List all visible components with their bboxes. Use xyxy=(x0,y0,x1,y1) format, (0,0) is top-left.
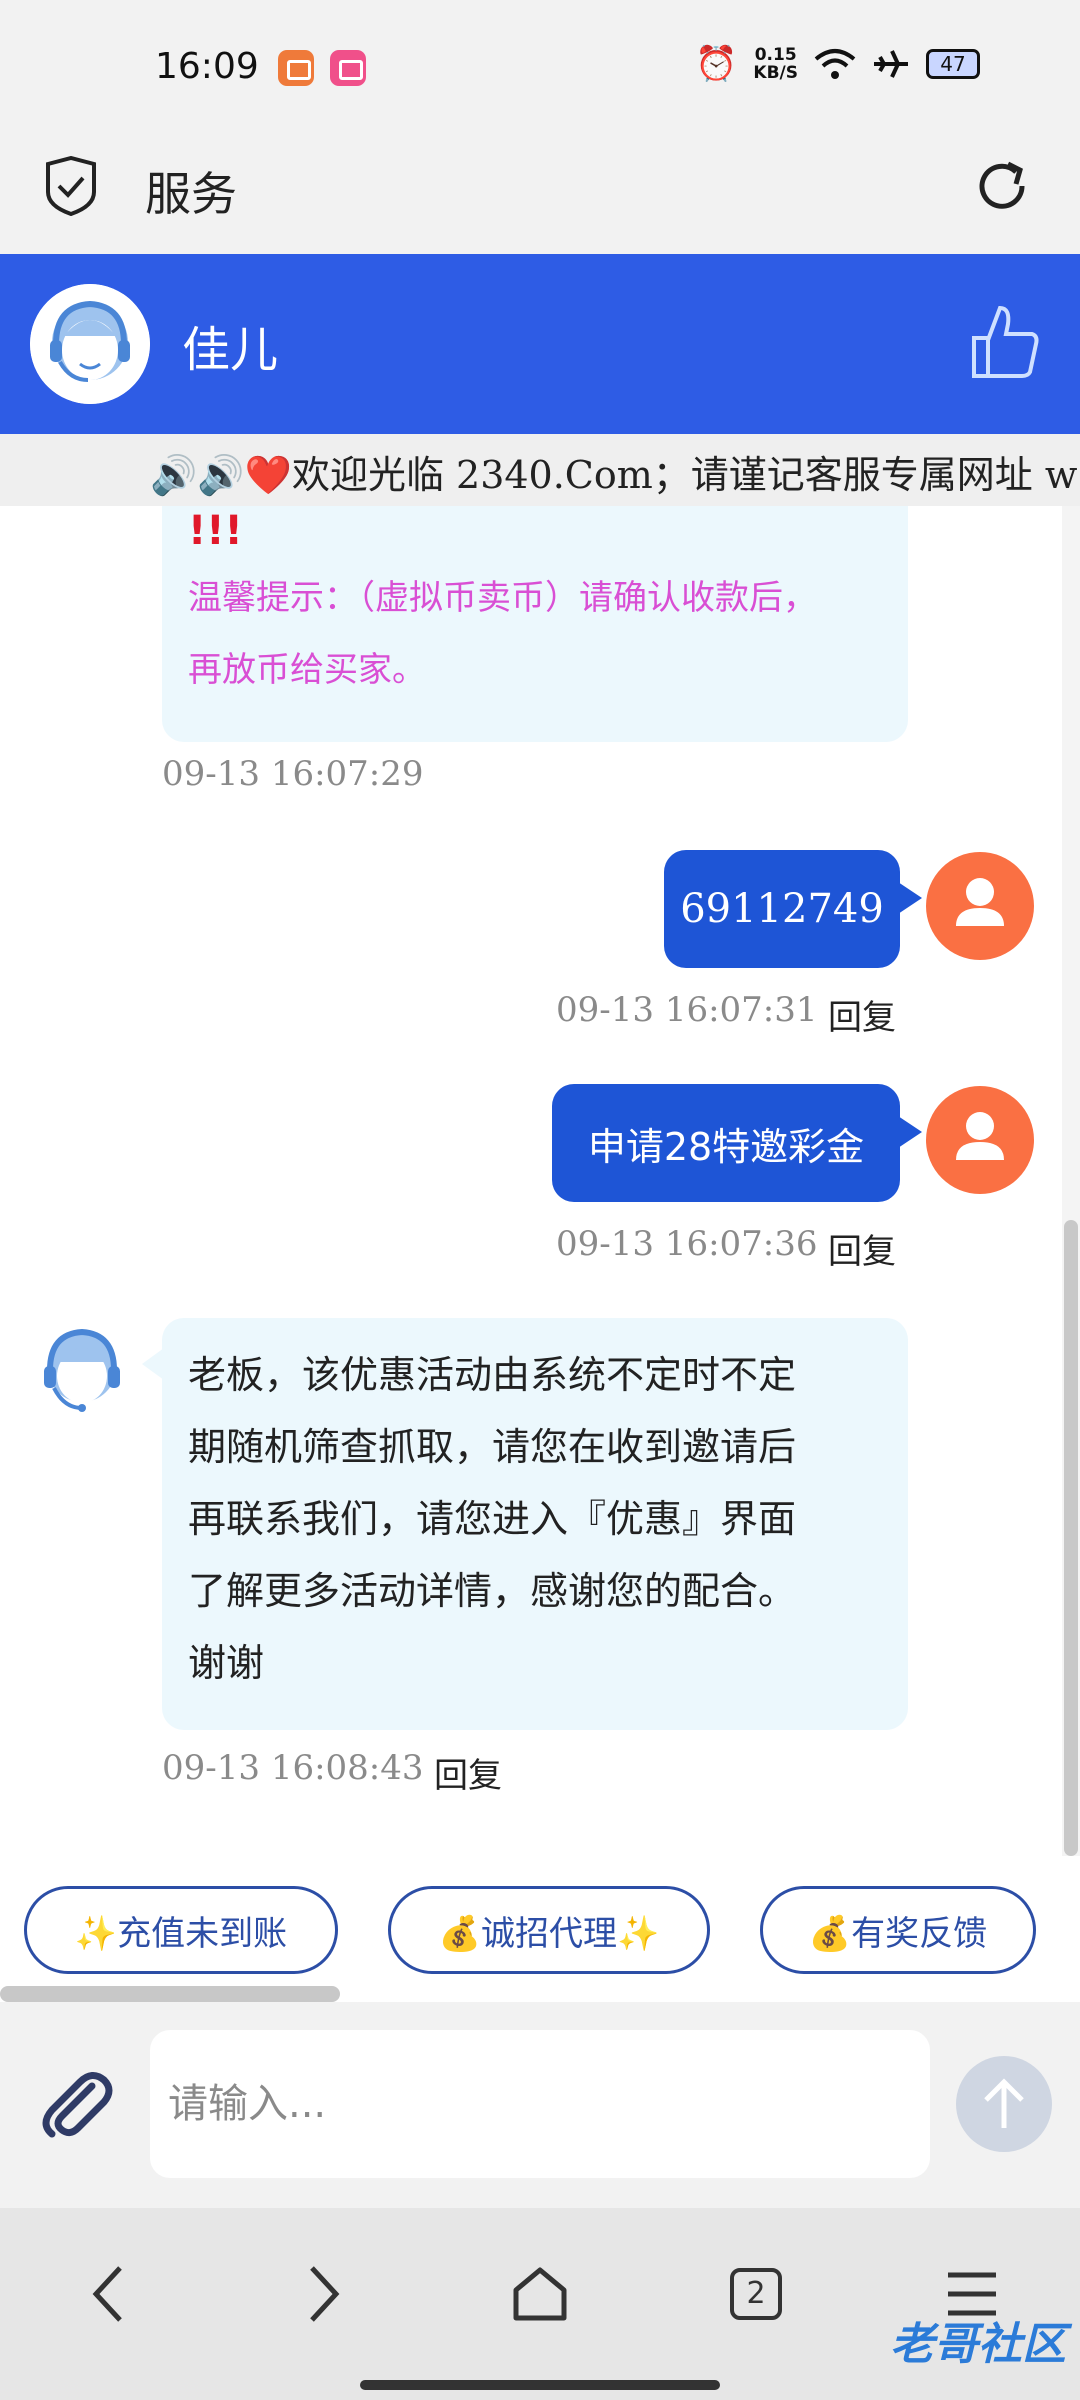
refresh-icon[interactable] xyxy=(972,156,1032,216)
agent-avatar-image xyxy=(30,284,150,404)
announcement-marquee: 🔊🔊❤️欢迎光临 2340.Com；请谨记客服专属网址 w xyxy=(0,434,1080,506)
message-text: 申请28特邀彩金 xyxy=(587,1124,865,1169)
status-right: ⏰ 0.15 KB/S 47 xyxy=(695,44,980,84)
marquee-text: 🔊🔊❤️欢迎光临 2340.Com；请谨记客服专属网址 w xyxy=(150,453,1078,497)
back-button[interactable] xyxy=(68,2254,148,2334)
user-avatar xyxy=(926,1086,1034,1194)
message-line-2: 期随机筛查抓取，请您在收到邀请后 xyxy=(188,1425,797,1469)
chevron-right-icon xyxy=(310,2266,340,2322)
chat-scrollbar-thumb[interactable] xyxy=(1064,1220,1078,1856)
thumbs-up-icon[interactable] xyxy=(970,304,1040,380)
chat-header: 佳儿 xyxy=(0,254,1080,434)
status-time: 16:09 xyxy=(155,46,259,87)
user-icon xyxy=(956,878,1004,926)
message-line-1: 老板，该优惠活动由系统不定时不定 xyxy=(188,1353,797,1397)
book-app-icon xyxy=(278,50,314,86)
home-button[interactable] xyxy=(500,2254,580,2334)
user-icon xyxy=(956,1112,1004,1160)
notice-line-2: 再放币给买家。 xyxy=(188,650,426,690)
input-area xyxy=(0,2002,1080,2208)
wifi-icon xyxy=(814,49,856,79)
airplane-icon xyxy=(874,50,908,78)
attachment-icon[interactable] xyxy=(36,2062,116,2142)
net-speed-value: 0.15 xyxy=(754,45,797,65)
chat-scrollbar[interactable] xyxy=(1062,506,1080,1856)
watermark-logo: 老哥社区 xyxy=(890,2319,1066,2370)
forward-button[interactable] xyxy=(284,2254,364,2334)
quick-reply-recharge[interactable]: ✨充值未到账 xyxy=(24,1886,338,1974)
agent-avatar xyxy=(44,1328,120,1412)
browser-bottom-nav: 2 老哥社区 xyxy=(0,2208,1080,2400)
message-timestamp: 09-13 16:07:29 xyxy=(162,754,424,794)
network-speed: 0.15 KB/S xyxy=(753,46,798,82)
video-app-icon xyxy=(330,50,366,86)
message-bubble-agent: 老板，该优惠活动由系统不定时不定 期随机筛查抓取，请您在收到邀请后 再联系我们，… xyxy=(142,1318,908,1730)
chat-messages[interactable]: !!! 温馨提示：（虚拟币卖币）请确认收款后， 再放币给买家。 09-13 16… xyxy=(0,506,1060,1856)
reply-link[interactable]: 回复 xyxy=(434,1748,502,1797)
quick-reply-feedback[interactable]: 💰有奖反馈 xyxy=(760,1886,1036,1974)
message-text: 69112749 xyxy=(680,886,884,932)
message-bubble-user: 69112749 xyxy=(664,850,922,968)
user-avatar xyxy=(926,852,1034,960)
message-bubble-user: 申请28特邀彩金 xyxy=(552,1084,922,1202)
tabs-count: 2 xyxy=(730,2268,782,2320)
shield-check-icon[interactable] xyxy=(44,156,98,216)
battery-indicator: 47 xyxy=(926,49,980,79)
home-icon xyxy=(513,2267,567,2321)
message-line-4: 了解更多活动详情，感谢您的配合。 xyxy=(188,1569,797,1613)
reply-link[interactable]: 回复 xyxy=(828,990,896,1039)
message-timestamp: 09-13 16:07:31 xyxy=(556,990,818,1030)
arrow-up-icon xyxy=(984,2078,1024,2128)
home-indicator xyxy=(360,2380,720,2390)
message-line-3: 再联系我们，请您进入『优惠』界面 xyxy=(188,1497,797,1541)
alarm-icon: ⏰ xyxy=(695,44,738,84)
status-bar: 16:09 ⏰ 0.15 KB/S 47 xyxy=(0,0,1080,130)
message-input[interactable] xyxy=(150,2030,930,2178)
notice-line-1: 温馨提示：（虚拟币卖币）请确认收款后， xyxy=(188,578,817,618)
message-timestamp: 09-13 16:07:36 xyxy=(556,1224,818,1264)
send-button[interactable] xyxy=(956,2056,1052,2152)
message-timestamp: 09-13 16:08:43 xyxy=(162,1748,424,1788)
message-line-5: 谢谢 xyxy=(188,1641,265,1685)
notice-exclamation: !!! xyxy=(188,508,243,554)
quick-reply-agent-recruit[interactable]: 💰诚招代理✨ xyxy=(388,1886,710,1974)
reply-link[interactable]: 回复 xyxy=(828,1224,896,1273)
message-bubble-agent: !!! 温馨提示：（虚拟币卖币）请确认收款后， 再放币给买家。 xyxy=(162,506,908,742)
page-title: 服务 xyxy=(145,167,237,221)
net-speed-unit: KB/S xyxy=(753,63,798,83)
chevron-left-icon xyxy=(92,2266,122,2322)
tabs-button[interactable]: 2 xyxy=(716,2254,796,2334)
agent-avatar xyxy=(30,284,150,404)
quick-reply-bar: ✨充值未到账 💰诚招代理✨ 💰有奖反馈 xyxy=(0,1856,1080,1996)
quick-reply-scrollbar[interactable] xyxy=(0,1986,340,2002)
browser-header: 服务 xyxy=(0,130,1080,254)
agent-name: 佳儿 xyxy=(182,322,279,378)
